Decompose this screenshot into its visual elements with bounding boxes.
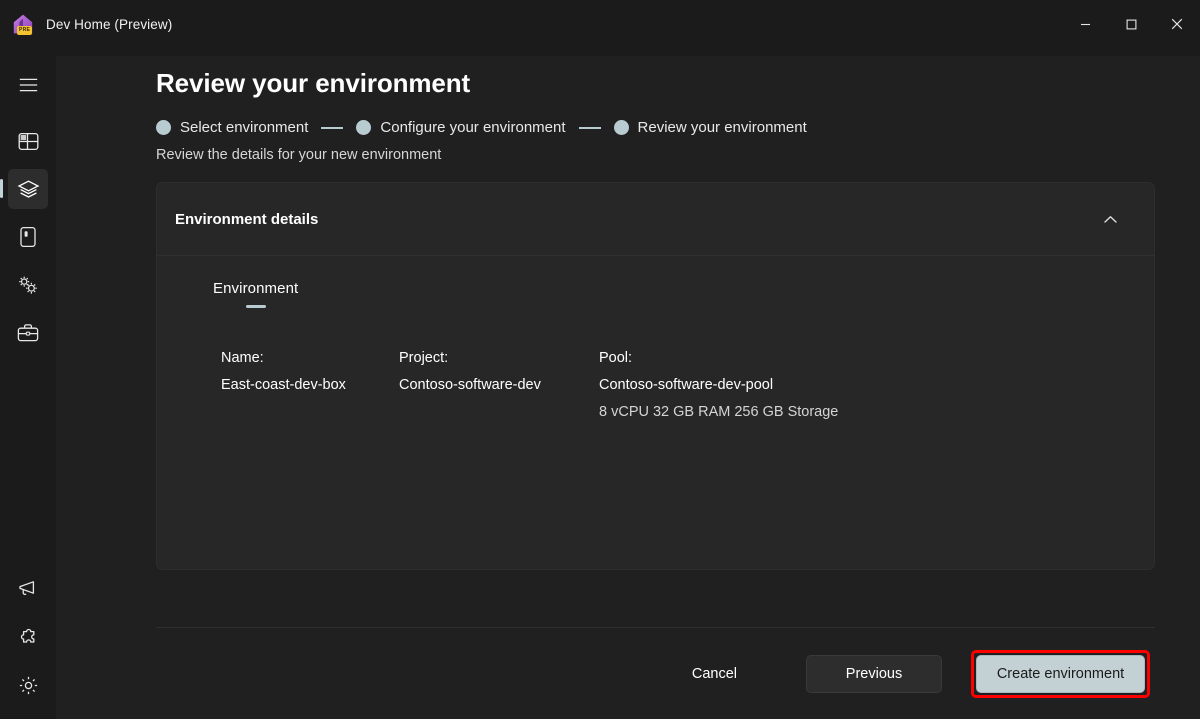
tab-label: Environment	[213, 280, 299, 297]
sidebar-item-dashboard[interactable]	[8, 121, 48, 161]
environment-field-grid: Name: East-coast-dev-box Project: Contos…	[207, 350, 1154, 420]
field-label: Name:	[221, 350, 264, 366]
stepper-step-configure-environment[interactable]: Configure your environment	[356, 119, 566, 136]
gears-icon	[19, 276, 37, 294]
environment-details-card: Environment details Environment Name: Ea…	[156, 182, 1155, 570]
field-value: Contoso-software-dev	[399, 377, 541, 393]
wizard-stepper: Select environment Configure your enviro…	[156, 119, 1155, 136]
field-value: Contoso-software-dev-pool	[599, 377, 774, 393]
title-bar: PRE Dev Home (Preview)	[0, 0, 1200, 56]
sidebar-item-environments[interactable]	[0, 169, 48, 209]
sidebar-item-utilities[interactable]	[8, 313, 48, 353]
layers-icon	[17, 179, 39, 198]
sidebar	[0, 56, 56, 719]
step-label: Select environment	[180, 119, 309, 136]
card-title: Environment details	[175, 210, 319, 228]
footer-actions: Cancel Previous Create environment	[156, 627, 1155, 719]
stepper-connector	[321, 126, 344, 129]
stepper-step-select-environment[interactable]: Select environment	[156, 119, 308, 136]
close-button[interactable]	[1154, 0, 1200, 48]
stepper-step-review-environment[interactable]: Review your environment	[613, 119, 807, 136]
maximize-button[interactable]	[1108, 0, 1154, 48]
sidebar-item-extensions-library[interactable]	[8, 617, 48, 657]
step-dot-icon	[613, 120, 629, 135]
main-content: Review your environment Select environme…	[56, 56, 1200, 719]
field-name: Name: East-coast-dev-box	[221, 350, 399, 420]
stepper-connector	[578, 126, 601, 129]
sidebar-item-feedback[interactable]	[8, 569, 48, 609]
preview-badge: PRE	[17, 26, 33, 35]
hamburger-icon	[19, 78, 37, 92]
step-dot-icon	[356, 120, 372, 135]
briefcase-icon	[17, 324, 39, 342]
dashboard-icon	[18, 132, 38, 150]
field-project: Project: Contoso-software-dev	[399, 350, 599, 420]
environment-details-header[interactable]: Environment details	[157, 183, 1154, 256]
sidebar-item-machine-configuration[interactable]	[8, 217, 48, 257]
gear-icon	[19, 676, 37, 694]
sidebar-item-settings[interactable]	[8, 665, 48, 705]
create-environment-button[interactable]: Create environment	[976, 654, 1145, 693]
step-label: Review your environment	[637, 119, 807, 136]
app-title: Dev Home (Preview)	[46, 16, 173, 32]
minimize-button[interactable]	[1062, 0, 1108, 48]
page-title: Review your environment	[156, 68, 471, 98]
field-value: East-coast-dev-box	[221, 377, 346, 393]
page-subtitle: Review the details for your new environm…	[156, 147, 442, 163]
window-controls	[1062, 0, 1200, 48]
app-window: PRE Dev Home (Preview) Review your envir…	[0, 0, 1200, 719]
environment-tabs: Environment	[207, 278, 1154, 308]
previous-button[interactable]: Previous	[806, 654, 942, 693]
cancel-button[interactable]: Cancel	[671, 657, 758, 691]
title-bar-left: PRE Dev Home (Preview)	[0, 0, 172, 48]
environment-details-body: Environment Name: East-coast-dev-box Pro…	[157, 256, 1154, 420]
tab-selected-indicator	[245, 305, 266, 308]
step-dot-icon	[156, 120, 171, 135]
step-label: Configure your environment	[380, 119, 566, 136]
megaphone-icon	[19, 581, 35, 596]
puzzle-piece-icon	[20, 628, 34, 643]
machine-icon	[20, 226, 36, 248]
hamburger-menu-button[interactable]	[8, 65, 48, 105]
field-label: Project:	[399, 350, 449, 366]
body-row: Review your environment Select environme…	[0, 56, 1200, 719]
sidebar-item-extensions[interactable]	[8, 265, 48, 305]
field-specs: 8 vCPU 32 GB RAM 256 GB Storage	[599, 404, 839, 420]
field-label: Pool:	[599, 350, 633, 366]
field-pool: Pool: Contoso-software-dev-pool 8 vCPU 3…	[599, 350, 959, 420]
chevron-up-icon[interactable]	[1096, 205, 1124, 233]
tab-environment[interactable]: Environment	[207, 278, 304, 308]
create-environment-highlight: Create environment	[971, 649, 1150, 698]
app-logo-icon: PRE	[12, 13, 34, 35]
